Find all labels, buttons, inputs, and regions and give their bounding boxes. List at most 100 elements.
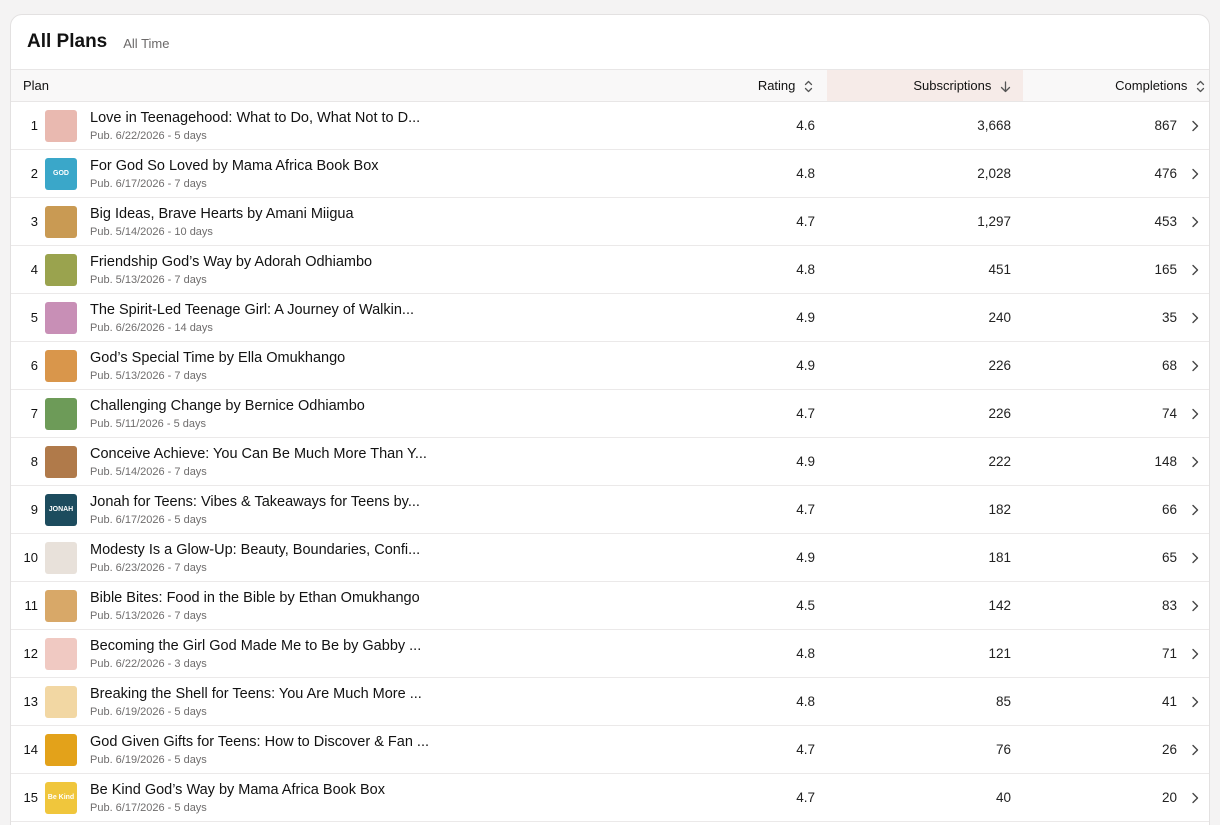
row-chevron[interactable] (1181, 534, 1209, 582)
table-row[interactable]: 2 GOD For God So Loved by Mama Africa Bo… (11, 150, 1209, 198)
table-row[interactable]: 1 Love in Teenagehood: What to Do, What … (11, 102, 1209, 150)
plan-publish-info: Pub. 6/23/2026 - 7 days (90, 561, 207, 574)
plan-title[interactable]: The Spirit-Led Teenage Girl: A Journey o… (90, 302, 539, 318)
plan-title[interactable]: God’s Special Time by Ella Omukhango (90, 350, 539, 366)
plan-title[interactable]: Be Kind God’s Way by Mama Africa Book Bo… (90, 782, 539, 798)
plan-thumbnail: JONAH (45, 493, 77, 526)
chevron-right-icon (1191, 118, 1199, 133)
plan-title[interactable]: Modesty Is a Glow-Up: Beauty, Boundaries… (90, 542, 539, 558)
table-row[interactable]: 6 God’s Special Time by Ella Omukhango P… (11, 342, 1209, 390)
column-header-rating[interactable]: Rating (539, 69, 828, 102)
plan-thumbnail-text: JONAH (48, 506, 74, 513)
column-header-completions[interactable]: Completions (1023, 69, 1209, 102)
chevron-right-icon (1191, 742, 1199, 757)
row-rating: 4.8 (796, 646, 816, 661)
row-completions: 476 (1154, 166, 1178, 181)
plan-publish-info: Pub. 6/19/2026 - 5 days (90, 753, 207, 766)
table-row[interactable]: 9 JONAH Jonah for Teens: Vibes & Takeawa… (11, 486, 1209, 534)
plan-thumbnail (45, 397, 77, 430)
plan-publish-info: Pub. 5/11/2026 - 5 days (90, 417, 206, 430)
plan-title[interactable]: Friendship God’s Way by Adorah Odhiambo (90, 254, 539, 270)
table-row[interactable]: 4 Friendship God’s Way by Adorah Odhiamb… (11, 246, 1209, 294)
row-chevron[interactable] (1181, 294, 1209, 342)
row-chevron[interactable] (1181, 150, 1209, 198)
row-chevron[interactable] (1181, 582, 1209, 630)
row-rating: 4.7 (796, 406, 816, 421)
chevron-right-icon (1191, 694, 1199, 709)
row-rating: 4.7 (796, 742, 816, 757)
table-row[interactable]: 10 Modesty Is a Glow-Up: Beauty, Boundar… (11, 534, 1209, 582)
row-chevron[interactable] (1181, 678, 1209, 726)
chevron-right-icon (1191, 166, 1199, 181)
chevron-right-icon (1191, 502, 1199, 517)
row-completions: 41 (1161, 694, 1178, 709)
column-header-plan-label: Plan (23, 78, 50, 93)
plan-thumbnail (45, 301, 77, 334)
row-chevron[interactable] (1181, 390, 1209, 438)
row-completions: 74 (1161, 406, 1178, 421)
plan-publish-info: Pub. 6/17/2026 - 5 days (90, 801, 207, 814)
row-subscriptions: 226 (988, 406, 1012, 421)
plan-thumbnail (45, 205, 77, 238)
row-completions: 68 (1161, 358, 1178, 373)
plan-thumbnail-text: Be Kind (47, 794, 75, 801)
table-row[interactable]: 13 Breaking the Shell for Teens: You Are… (11, 678, 1209, 726)
row-rating: 4.8 (796, 694, 816, 709)
plans-table: Plan Rating Subscriptions Completions 1 … (11, 69, 1209, 822)
plan-title[interactable]: Jonah for Teens: Vibes & Takeaways for T… (90, 494, 539, 510)
plan-thumbnail: Be Kind (45, 781, 77, 814)
plan-title[interactable]: Conceive Achieve: You Can Be Much More T… (90, 446, 539, 462)
chevron-right-icon (1191, 598, 1199, 613)
row-chevron[interactable] (1181, 342, 1209, 390)
table-row[interactable]: 14 God Given Gifts for Teens: How to Dis… (11, 726, 1209, 774)
plan-publish-info: Pub. 5/14/2026 - 10 days (90, 225, 213, 238)
plan-publish-info: Pub. 5/14/2026 - 7 days (90, 465, 207, 478)
plan-title[interactable]: For God So Loved by Mama Africa Book Box (90, 158, 539, 174)
plan-title[interactable]: Breaking the Shell for Teens: You Are Mu… (90, 686, 539, 702)
table-row[interactable]: 5 The Spirit-Led Teenage Girl: A Journey… (11, 294, 1209, 342)
row-chevron[interactable] (1181, 630, 1209, 678)
table-row[interactable]: 7 Challenging Change by Bernice Odhiambo… (11, 390, 1209, 438)
row-chevron[interactable] (1181, 726, 1209, 774)
row-chevron[interactable] (1181, 102, 1209, 150)
column-header-rating-label: Rating (757, 77, 796, 93)
plan-title[interactable]: Bible Bites: Food in the Bible by Ethan … (90, 590, 539, 606)
row-subscriptions: 85 (995, 694, 1012, 709)
plan-thumbnail (45, 733, 77, 766)
row-rank: 9 (30, 502, 38, 517)
plan-publish-info: Pub. 6/17/2026 - 7 days (90, 177, 207, 190)
row-chevron[interactable] (1181, 486, 1209, 534)
row-rank: 13 (23, 694, 38, 709)
row-completions: 148 (1154, 454, 1178, 469)
chevron-right-icon (1191, 550, 1199, 565)
column-header-subscriptions[interactable]: Subscriptions (827, 69, 1024, 102)
row-rating: 4.9 (796, 358, 816, 373)
table-row[interactable]: 15 Be Kind Be Kind God’s Way by Mama Afr… (11, 774, 1209, 822)
row-subscriptions: 3,668 (977, 118, 1012, 133)
row-rank: 3 (30, 214, 38, 229)
row-chevron[interactable] (1181, 198, 1209, 246)
table-row[interactable]: 12 Becoming the Girl God Made Me to Be b… (11, 630, 1209, 678)
column-header-completions-label: Completions (1115, 77, 1188, 93)
table-header-row: Plan Rating Subscriptions Completions (11, 69, 1209, 102)
plan-title[interactable]: Becoming the Girl God Made Me to Be by G… (90, 638, 539, 654)
row-rank: 15 (23, 790, 38, 805)
chevron-right-icon (1191, 262, 1199, 277)
row-subscriptions: 182 (988, 502, 1012, 517)
table-row[interactable]: 11 Bible Bites: Food in the Bible by Eth… (11, 582, 1209, 630)
row-rank: 12 (23, 646, 38, 661)
plan-thumbnail (45, 589, 77, 622)
table-row[interactable]: 8 Conceive Achieve: You Can Be Much More… (11, 438, 1209, 486)
plan-title[interactable]: God Given Gifts for Teens: How to Discov… (90, 734, 539, 750)
plan-title[interactable]: Challenging Change by Bernice Odhiambo (90, 398, 539, 414)
plan-title[interactable]: Big Ideas, Brave Hearts by Amani Miigua (90, 206, 539, 222)
row-chevron[interactable] (1181, 246, 1209, 294)
row-chevron[interactable] (1181, 438, 1209, 486)
plan-title[interactable]: Love in Teenagehood: What to Do, What No… (90, 110, 539, 126)
row-rank: 7 (30, 406, 38, 421)
chevron-right-icon (1191, 646, 1199, 661)
table-row[interactable]: 3 Big Ideas, Brave Hearts by Amani Miigu… (11, 198, 1209, 246)
row-rating: 4.7 (796, 790, 816, 805)
row-chevron[interactable] (1181, 774, 1209, 822)
row-subscriptions: 181 (988, 550, 1012, 565)
